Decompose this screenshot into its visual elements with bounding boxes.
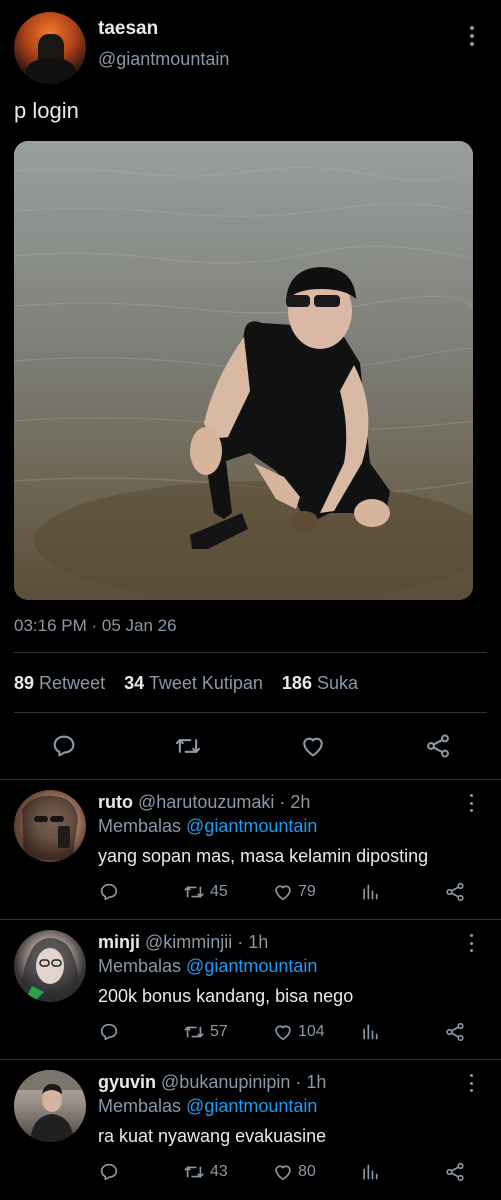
like-stat[interactable]: 186 Suka (282, 673, 358, 694)
heart-icon (275, 885, 291, 901)
heart-icon (275, 1025, 291, 1041)
reply-text: ra kuat nyawang evakuasine (98, 1126, 327, 1146)
reply-icon[interactable] (98, 1020, 124, 1044)
quote-count: 34 (124, 673, 145, 693)
more-options-icon[interactable] (466, 1074, 476, 1092)
replying-to-link[interactable]: @giantmountain (186, 816, 317, 836)
retweet-stat[interactable]: 89 Retweet (14, 673, 105, 694)
like-button[interactable]: 104 (272, 1020, 325, 1044)
list-item[interactable]: ruto @harutouzumaki · 2h Membalas @giant… (0, 780, 501, 920)
reply-name: minji (98, 932, 141, 952)
like-label: Suka (316, 673, 359, 693)
reply-handle-time: @kimminjii · 1h (145, 932, 269, 952)
share-icon[interactable] (444, 1020, 470, 1044)
divider (14, 652, 487, 653)
like-count: 186 (281, 673, 312, 693)
like-count: 79 (298, 883, 316, 900)
tweet-stats: 89 Retweet 34 Tweet Kutipan 186 Suka (14, 673, 372, 694)
replying-to-link[interactable]: @giantmountain (186, 1096, 317, 1116)
quote-stat[interactable]: 34 Tweet Kutipan (124, 673, 263, 694)
reply-icon[interactable] (98, 880, 124, 904)
replying-to: Membalas @giantmountain (98, 816, 317, 837)
reply-author[interactable]: gyuvin @bukanupinipin · 1h (98, 1072, 326, 1093)
tweet-photo[interactable] (14, 141, 473, 600)
retweet-icon (184, 1026, 204, 1038)
heart-icon (275, 1165, 291, 1181)
reply-name: gyuvin (98, 1072, 157, 1092)
retweet-icon (184, 886, 204, 898)
reply-handle-time: @bukanupinipin · 1h (161, 1072, 327, 1092)
list-item[interactable]: minji @kimminjii · 1h Membalas @giantmou… (0, 920, 501, 1060)
retweet-count: 45 (210, 883, 228, 900)
tweet-actions (0, 725, 501, 767)
reply-icon[interactable] (98, 1160, 124, 1184)
reply-author[interactable]: ruto @harutouzumaki · 2h (98, 792, 310, 813)
like-button[interactable]: 80 (272, 1160, 316, 1184)
avatar[interactable] (14, 12, 86, 84)
avatar[interactable] (14, 1070, 86, 1142)
tweet-timestamp[interactable]: 03:16 PM · 05 Jan 26 (14, 616, 177, 636)
tweet-header: taesan @giantmountain (0, 0, 501, 90)
reply-text: 200k bonus kandang, bisa nego (98, 986, 354, 1006)
share-icon[interactable] (444, 880, 470, 904)
replying-to: Membalas @giantmountain (98, 1096, 317, 1117)
author-name[interactable]: taesan (98, 18, 158, 40)
analytics-icon[interactable] (360, 880, 384, 904)
replying-to-link[interactable]: @giantmountain (186, 956, 317, 976)
more-options-icon[interactable] (466, 934, 476, 952)
retweet-label: Retweet (39, 673, 106, 693)
quote-label: Tweet Kutipan (148, 673, 263, 693)
author-handle[interactable]: @giantmountain (98, 49, 229, 70)
more-options-icon[interactable] (466, 794, 476, 812)
reply-handle-time: @harutouzumaki · 2h (138, 792, 311, 812)
share-icon[interactable] (418, 725, 458, 767)
heart-icon[interactable] (293, 725, 333, 767)
replying-prefix: Membalas (98, 816, 182, 836)
reply-icon[interactable] (44, 725, 84, 767)
retweet-count: 57 (210, 1023, 228, 1040)
retweet-button[interactable]: 43 (182, 1160, 228, 1184)
replying-to: Membalas @giantmountain (98, 956, 317, 977)
retweet-count: 89 (14, 673, 35, 693)
replying-prefix: Membalas (98, 1096, 182, 1116)
reply-name: ruto (98, 792, 133, 812)
like-count: 80 (298, 1163, 316, 1180)
reply-author[interactable]: minji @kimminjii · 1h (98, 932, 268, 953)
divider (14, 712, 487, 713)
share-icon[interactable] (444, 1160, 470, 1184)
photo-illustration (14, 141, 473, 600)
avatar[interactable] (14, 790, 86, 862)
more-options-icon[interactable] (462, 24, 482, 48)
retweet-button[interactable]: 45 (182, 880, 228, 904)
like-count: 104 (298, 1023, 325, 1040)
retweet-icon[interactable] (168, 725, 208, 767)
avatar-body (26, 58, 76, 84)
like-button[interactable]: 79 (272, 880, 316, 904)
avatar[interactable] (14, 930, 86, 1002)
replying-prefix: Membalas (98, 956, 182, 976)
retweet-count: 43 (210, 1163, 228, 1180)
analytics-icon[interactable] (360, 1020, 384, 1044)
retweet-button[interactable]: 57 (182, 1020, 228, 1044)
retweet-icon (184, 1166, 204, 1178)
tweet-text: p login (14, 98, 79, 123)
analytics-icon[interactable] (360, 1160, 384, 1184)
list-item[interactable]: gyuvin @bukanupinipin · 1h Membalas @gia… (0, 1060, 501, 1200)
reply-text: yang sopan mas, masa kelamin diposting (98, 846, 429, 866)
